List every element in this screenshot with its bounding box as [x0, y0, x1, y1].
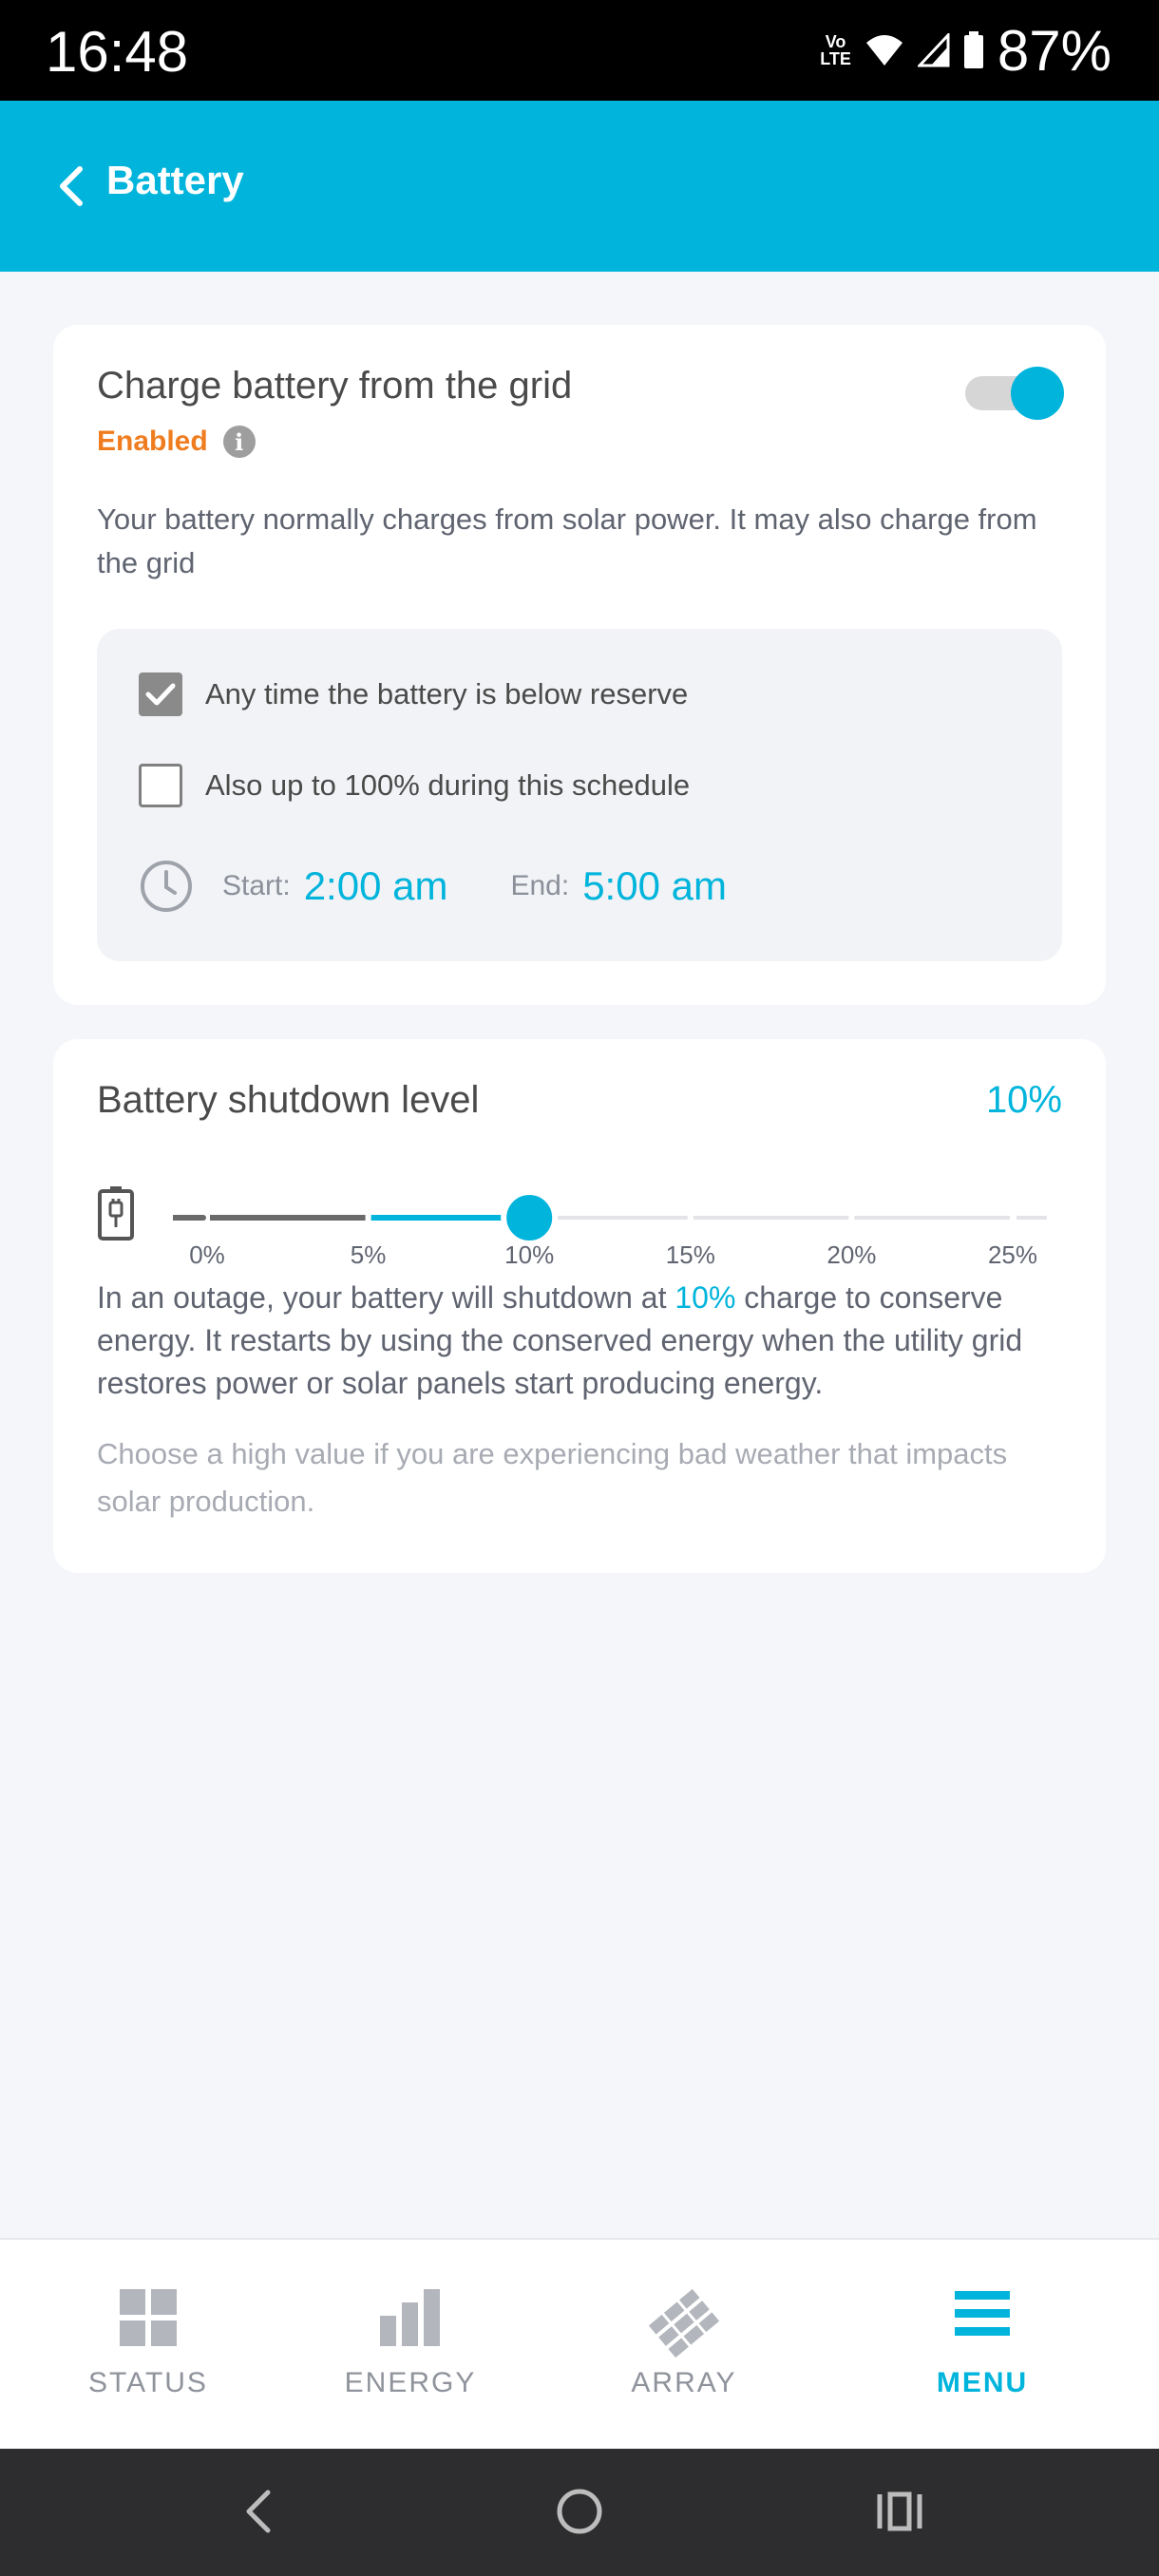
shutdown-value: 10% — [985, 1079, 1062, 1121]
wifi-icon — [865, 35, 902, 66]
chevron-left-icon[interactable] — [53, 163, 87, 209]
slider-tick-label: 10% — [504, 1241, 555, 1269]
end-time[interactable]: 5:00 am — [582, 863, 727, 909]
checkbox-below-reserve[interactable] — [139, 672, 182, 716]
app-bar: Battery — [0, 101, 1159, 272]
grid-charge-toggle[interactable] — [961, 367, 1064, 420]
system-nav-bar — [0, 2449, 1159, 2576]
battery-icon — [963, 31, 983, 68]
status-icons: Vo LTE 87% — [820, 18, 1112, 83]
weather-hint: Choose a high value if you are experienc… — [97, 1437, 1008, 1518]
menu-icon — [955, 2291, 1010, 2336]
slider-tick-label: 25% — [987, 1241, 1038, 1269]
slider-tick-labels: 0% 5% 10% 15% 20% 25% — [173, 1241, 1047, 1275]
grid-charge-card: Charge battery from the grid Enabled i Y… — [53, 325, 1106, 1005]
signal-icon — [917, 33, 950, 67]
start-time[interactable]: 2:00 am — [304, 863, 448, 909]
slider-tick-label: 15% — [665, 1241, 715, 1269]
nav-menu[interactable]: MENU — [887, 2240, 1077, 2451]
status-bar: 16:48 Vo LTE 87% — [0, 0, 1159, 101]
end-label: End: — [510, 870, 570, 901]
status-row: Enabled i — [97, 426, 256, 458]
status-time: 16:48 — [46, 20, 189, 84]
outage-description: In an outage, your battery will shutdown… — [97, 1280, 1023, 1400]
info-icon[interactable]: i — [222, 426, 256, 458]
grid-icon — [120, 2289, 177, 2346]
shutdown-title: Battery shutdown level — [97, 1079, 480, 1121]
battery-plug-icon — [98, 1186, 134, 1241]
slider-tick-label: 0% — [189, 1241, 225, 1269]
solar-panel-icon — [648, 2289, 720, 2358]
bar-chart-icon — [380, 2289, 440, 2346]
nav-status[interactable]: STATUS — [53, 2240, 243, 2451]
grid-charge-title: Charge battery from the grid — [97, 365, 573, 407]
toggle-thumb — [1011, 367, 1064, 420]
system-back-icon[interactable] — [241, 2485, 276, 2538]
page-title: Battery — [106, 158, 244, 202]
grid-charge-description: Your battery normally charges from solar… — [97, 502, 1037, 579]
slider-tick-label: 5% — [350, 1241, 387, 1269]
charge-options-panel: Any time the battery is below reserve Al… — [97, 629, 1062, 961]
checkmark-icon — [145, 683, 176, 706]
checkbox-schedule[interactable] — [139, 764, 182, 807]
nav-energy[interactable]: ENERGY — [315, 2240, 505, 2451]
volte-indicator: Vo LTE — [820, 32, 851, 68]
option-label: Also up to 100% during this schedule — [205, 768, 691, 802]
outage-highlight: 10% — [674, 1280, 736, 1315]
option-below-reserve[interactable]: Any time the battery is below reserve — [139, 672, 688, 716]
option-schedule[interactable]: Also up to 100% during this schedule — [139, 764, 690, 807]
battery-percent: 87% — [997, 18, 1112, 83]
shutdown-card: Battery shutdown level 10% 0% 5% 10% 15% 20%… — [53, 1039, 1106, 1573]
schedule-row: Start: 2:00 am End: 5:00 am — [139, 853, 789, 919]
option-label: Any time the battery is below reserve — [205, 677, 689, 710]
clock-icon — [141, 861, 192, 912]
slider-tick-label: 20% — [826, 1241, 877, 1269]
system-home-icon[interactable] — [555, 2485, 604, 2538]
start-label: Start: — [222, 870, 291, 901]
slider-thumb[interactable] — [501, 1191, 559, 1246]
shutdown-slider[interactable] — [173, 1191, 1047, 1248]
system-recents-icon[interactable] — [876, 2485, 923, 2538]
status-badge: Enabled — [97, 426, 208, 457]
bottom-nav: STATUS ENERGY ARRAY MENU — [0, 2238, 1159, 2449]
nav-array[interactable]: ARRAY — [589, 2240, 779, 2451]
